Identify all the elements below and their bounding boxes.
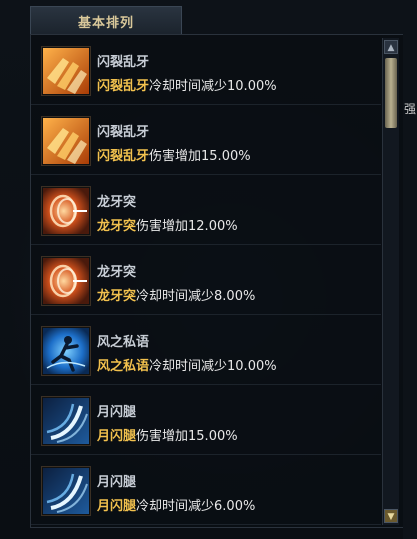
skill-effect-description: 龙牙突冷却时间减少8.00% [97, 285, 255, 304]
skill-row[interactable]: 月闪腿 月闪腿冷却时间减少6.00% [31, 455, 381, 525]
skill-row[interactable]: 闪裂乱牙 闪裂乱牙冷却时间减少10.00% [31, 35, 381, 105]
moon-kick-icon [42, 467, 90, 515]
skill-row[interactable]: 闪裂乱牙 闪裂乱牙伤害增加15.00% [31, 105, 381, 175]
skill-title: 龙牙突 [97, 195, 137, 210]
skill-name-highlight: 龙牙突 [97, 219, 137, 234]
skill-effect-description: 闪裂乱牙冷却时间减少10.00% [97, 75, 277, 94]
skill-row[interactable]: 龙牙突 龙牙突冷却时间减少8.00% [31, 245, 381, 315]
right-edge [403, 0, 417, 539]
skill-name-highlight: 月闪腿 [97, 499, 137, 514]
scroll-down-arrow-icon[interactable]: ▼ [384, 509, 398, 523]
skill-title: 闪裂乱牙 [97, 125, 150, 140]
skill-list-panel: 闪裂乱牙 闪裂乱牙冷却时间减少10.00% 闪裂乱牙 闪裂乱牙伤害增加15.00% 龙牙… [30, 34, 404, 528]
skill-effect-text: 伤害增加15.00% [136, 429, 238, 444]
claw-strike-icon [42, 47, 90, 95]
skill-effect-description: 龙牙突伤害增加12.00% [97, 215, 238, 234]
skill-effect-description: 月闪腿伤害增加15.00% [97, 425, 238, 444]
skill-name-highlight: 龙牙突 [97, 289, 137, 304]
skill-title: 月闪腿 [97, 405, 137, 420]
skill-row[interactable]: 风之私语 风之私语冷却时间减少10.00% [31, 315, 381, 385]
skill-name-highlight: 风之私语 [97, 359, 150, 374]
skill-name-highlight: 闪裂乱牙 [97, 149, 150, 164]
skill-list: 闪裂乱牙 闪裂乱牙冷却时间减少10.00% 闪裂乱牙 闪裂乱牙伤害增加15.00% 龙牙… [31, 35, 381, 525]
skill-row[interactable]: 龙牙突 龙牙突伤害增加12.00% [31, 175, 381, 245]
skill-effect-description: 月闪腿冷却时间减少6.00% [97, 495, 255, 514]
skill-effect-text: 伤害增加15.00% [149, 149, 251, 164]
skill-effect-text: 冷却时间减少6.00% [136, 499, 256, 514]
skill-name-highlight: 月闪腿 [97, 429, 137, 444]
edge-text: 强 [404, 102, 417, 116]
tab-basic-arrangement[interactable]: 基本排列 [30, 6, 182, 35]
moon-kick-icon [42, 397, 90, 445]
scroll-thumb[interactable] [385, 58, 397, 128]
skill-title: 月闪腿 [97, 475, 137, 490]
skill-name-highlight: 闪裂乱牙 [97, 79, 150, 94]
scroll-up-arrow-icon[interactable]: ▲ [384, 40, 398, 54]
dragon-fang-icon [42, 187, 90, 235]
skill-effect-text: 伤害增加12.00% [136, 219, 238, 234]
claw-strike-icon [42, 117, 90, 165]
skill-effect-text: 冷却时间减少10.00% [149, 79, 277, 94]
skill-title: 风之私语 [97, 335, 150, 350]
dragon-fang-icon [42, 257, 90, 305]
skill-row[interactable]: 月闪腿 月闪腿伤害增加15.00% [31, 385, 381, 455]
skill-effect-text: 冷却时间减少10.00% [149, 359, 277, 374]
skill-title: 龙牙突 [97, 265, 137, 280]
wind-whisper-icon [42, 327, 90, 375]
scrollbar[interactable]: ▲ ▼ [382, 38, 399, 525]
skill-title: 闪裂乱牙 [97, 55, 150, 70]
skill-effect-description: 风之私语冷却时间减少10.00% [97, 355, 277, 374]
skill-effect-text: 冷却时间减少8.00% [136, 289, 256, 304]
skill-effect-description: 闪裂乱牙伤害增加15.00% [97, 145, 251, 164]
